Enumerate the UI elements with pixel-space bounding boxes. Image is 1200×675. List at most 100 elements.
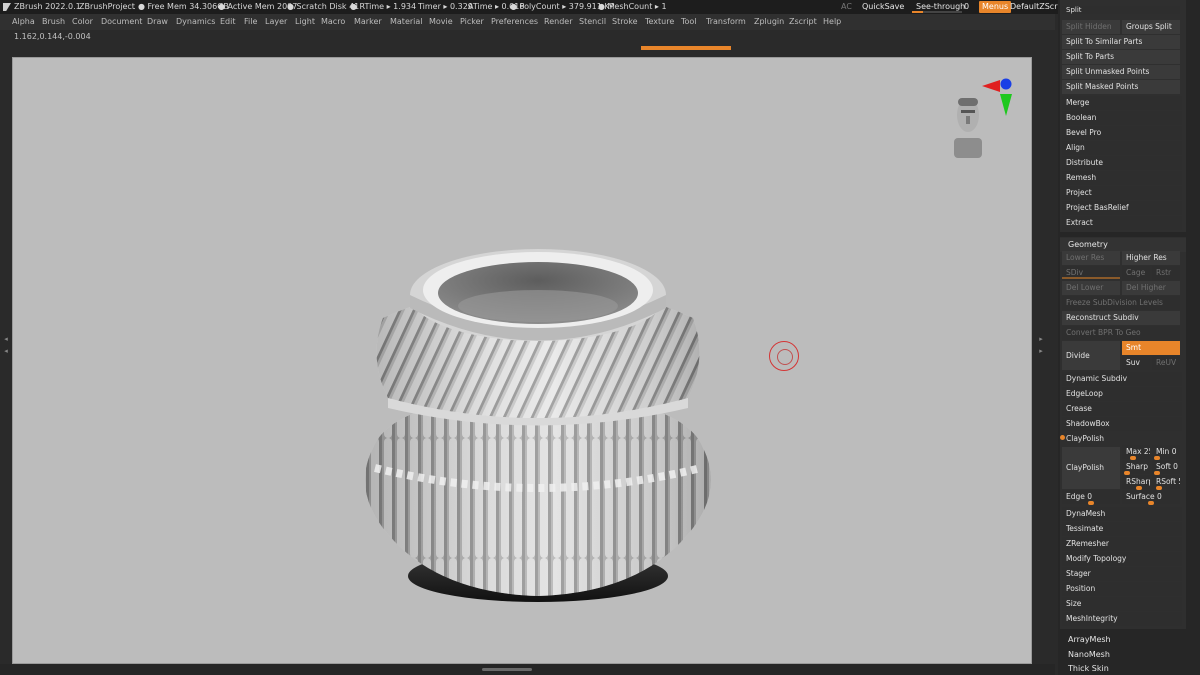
reconstruct-subdiv-button[interactable]: Reconstruct Subdiv [1062, 311, 1180, 325]
dynamic-subdiv-button[interactable]: Dynamic Subdiv [1062, 372, 1182, 386]
split-similar-parts-button[interactable]: Split To Similar Parts [1062, 35, 1180, 49]
menu-bar: Alpha Brush Color Document Draw Dynamics… [0, 14, 1055, 30]
title-bar: ZBrush 2022.0.1 ZBrushProject . ● Free M… [0, 0, 1200, 14]
ac-button[interactable]: AC [838, 1, 855, 13]
menu-preferences[interactable]: Preferences [491, 14, 538, 30]
geometry-header[interactable]: Geometry [1060, 238, 1186, 252]
thick-skin-header[interactable]: Thick Skin [1060, 662, 1186, 675]
menu-layer[interactable]: Layer [265, 14, 287, 30]
project-button[interactable]: Project [1062, 186, 1182, 200]
menu-document[interactable]: Document [101, 14, 142, 30]
menu-stencil[interactable]: Stencil [579, 14, 606, 30]
right-tray-arrow2-icon[interactable]: ▸ [1037, 347, 1045, 355]
claypolish-button[interactable]: ClayPolish [1062, 447, 1120, 489]
size-button[interactable]: Size [1062, 597, 1182, 611]
edge-slider-knob[interactable] [1088, 501, 1094, 505]
meshintegrity-button[interactable]: MeshIntegrity [1062, 612, 1182, 626]
axis-z-icon[interactable] [1000, 78, 1012, 90]
align-button[interactable]: Align [1062, 141, 1182, 155]
bottom-tray-handle[interactable] [482, 668, 532, 671]
bevel-pro-button[interactable]: Bevel Pro [1062, 126, 1182, 140]
head-orientation-icon[interactable] [954, 98, 982, 158]
max-slider[interactable]: Max 25 [1122, 445, 1150, 459]
rtime: ● RTime ▸ 1.934 [350, 2, 417, 11]
dynamesh-button[interactable]: DynaMesh [1062, 507, 1182, 521]
axis-x-icon[interactable] [982, 80, 1000, 92]
rstr-button[interactable]: Rstr [1152, 266, 1180, 280]
distribute-button[interactable]: Distribute [1062, 156, 1182, 170]
menu-dynamics[interactable]: Dynamics [176, 14, 215, 30]
menu-color[interactable]: Color [72, 14, 93, 30]
menu-file[interactable]: File [244, 14, 257, 30]
zbrush-logo-icon [3, 3, 11, 11]
higher-res-button[interactable]: Higher Res [1122, 251, 1180, 265]
claypolish-header[interactable]: ClayPolish [1062, 432, 1182, 446]
split-masked-button[interactable]: Split Masked Points [1062, 80, 1180, 94]
quicksave-button[interactable]: QuickSave [859, 1, 907, 13]
shadowbox-button[interactable]: ShadowBox [1062, 417, 1182, 431]
edgeloop-button[interactable]: EdgeLoop [1062, 387, 1182, 401]
del-higher-button[interactable]: Del Higher [1122, 281, 1180, 295]
menu-transform[interactable]: Transform [706, 14, 746, 30]
split-to-parts-button[interactable]: Split To Parts [1062, 50, 1180, 64]
menu-draw[interactable]: Draw [147, 14, 168, 30]
axis-y-icon[interactable] [1000, 94, 1012, 116]
menu-tool[interactable]: Tool [681, 14, 697, 30]
canvas-viewport[interactable] [12, 57, 1032, 664]
smt-toggle[interactable]: Smt [1122, 341, 1180, 355]
extract-button[interactable]: Extract [1062, 216, 1182, 230]
menu-alpha[interactable]: Alpha [12, 14, 35, 30]
left-tray-arrow-icon[interactable]: ◂ [2, 335, 10, 343]
left-tray-arrow2-icon[interactable]: ◂ [2, 347, 10, 355]
stager-button[interactable]: Stager [1062, 567, 1182, 581]
see-through-slider[interactable] [912, 11, 962, 13]
split-button[interactable]: Split [1062, 6, 1180, 14]
menu-texture[interactable]: Texture [645, 14, 674, 30]
split-hidden-button[interactable]: Split Hidden [1062, 20, 1120, 34]
position-button[interactable]: Position [1062, 582, 1182, 596]
merge-button[interactable]: Merge [1062, 96, 1182, 110]
free-mem: ● Free Mem 34.306GB [138, 2, 229, 11]
menu-brush[interactable]: Brush [42, 14, 65, 30]
nanomesh-header[interactable]: NanoMesh [1060, 648, 1186, 662]
right-tray-gutter[interactable]: ▸ ▸ [1033, 57, 1055, 664]
navigation-gyro[interactable] [948, 78, 1018, 218]
menu-picker[interactable]: Picker [460, 14, 484, 30]
groups-split-button[interactable]: Groups Split [1122, 20, 1180, 34]
boolean-button[interactable]: Boolean [1062, 111, 1182, 125]
menu-macro[interactable]: Macro [321, 14, 345, 30]
right-tray-arrow-icon[interactable]: ▸ [1037, 335, 1045, 343]
suv-toggle[interactable]: Suv [1122, 356, 1150, 370]
zremesher-button[interactable]: ZRemesher [1062, 537, 1182, 551]
del-lower-button[interactable]: Del Lower [1062, 281, 1120, 295]
menu-light[interactable]: Light [295, 14, 315, 30]
crease-button[interactable]: Crease [1062, 402, 1182, 416]
remesh-button[interactable]: Remesh [1062, 171, 1182, 185]
split-unmasked-button[interactable]: Split Unmasked Points [1062, 65, 1180, 79]
modify-topology-button[interactable]: Modify Topology [1062, 552, 1182, 566]
zbrush-window: ZBrush 2022.0.1 ZBrushProject . ● Free M… [0, 0, 1200, 675]
cage-button[interactable]: Cage [1122, 266, 1150, 280]
pot-mesh [365, 249, 711, 602]
menu-material[interactable]: Material [390, 14, 423, 30]
scratch-disk: ● Scratch Disk 41 [287, 2, 360, 11]
project-basrelief-button[interactable]: Project BasRelief [1062, 201, 1182, 215]
arraymesh-header[interactable]: ArrayMesh [1060, 633, 1186, 647]
menu-marker[interactable]: Marker [354, 14, 382, 30]
surface-slider-knob[interactable] [1148, 501, 1154, 505]
see-through-value: 0 [964, 2, 970, 11]
menu-zscript[interactable]: Zscript [789, 14, 817, 30]
convert-bpr-button[interactable]: Convert BPR To Geo [1062, 326, 1180, 340]
menu-zplugin[interactable]: Zplugin [754, 14, 784, 30]
menu-movie[interactable]: Movie [429, 14, 453, 30]
reuv-button[interactable]: ReUV [1152, 356, 1180, 370]
left-tray[interactable]: ◂ ◂ [0, 57, 12, 664]
menu-edit[interactable]: Edit [220, 14, 236, 30]
lower-res-button[interactable]: Lower Res [1062, 251, 1120, 265]
freeze-subdiv-button[interactable]: Freeze SubDivision Levels [1062, 296, 1180, 310]
menu-render[interactable]: Render [544, 14, 572, 30]
tessimate-button[interactable]: Tessimate [1062, 522, 1182, 536]
menu-stroke[interactable]: Stroke [612, 14, 638, 30]
divide-button[interactable]: Divide [1062, 341, 1120, 370]
menu-help[interactable]: Help [823, 14, 841, 30]
